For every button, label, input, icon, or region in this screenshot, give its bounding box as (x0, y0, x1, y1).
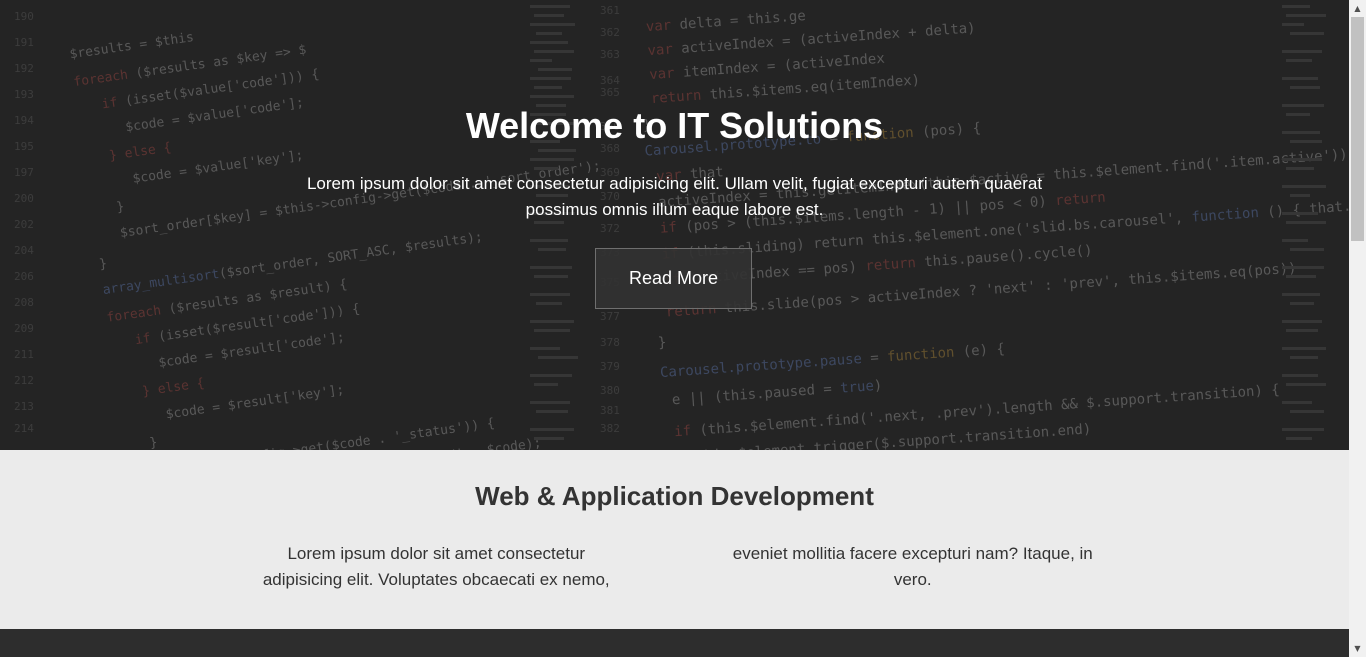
next-section-band (0, 629, 1349, 657)
hero-overlay (0, 0, 1349, 450)
read-more-button[interactable]: Read More (595, 248, 752, 309)
section-title: Web & Application Development (475, 481, 874, 511)
scroll-up-arrow-icon[interactable]: ▲ (1349, 0, 1366, 17)
scrollbar-thumb[interactable] (1351, 17, 1364, 241)
web-app-development-section: Web & Application Development Lorem ipsu… (0, 450, 1349, 629)
hero-section: 190 191 192 193 194 195 197 200 202 204 206 208 … (0, 0, 1349, 450)
scroll-down-arrow-icon[interactable]: ▼ (1349, 640, 1366, 657)
hero-text: Lorem ipsum dolor sit amet consectetur a… (306, 174, 1043, 219)
page: 190 191 192 193 194 195 197 200 202 204 206 208 … (0, 0, 1349, 657)
hero-title: Welcome to IT Solutions (465, 105, 884, 146)
vertical-scrollbar[interactable]: ▲ ▼ (1349, 0, 1366, 657)
section-text: Lorem ipsum dolor sit amet consectetur a… (262, 544, 1093, 589)
